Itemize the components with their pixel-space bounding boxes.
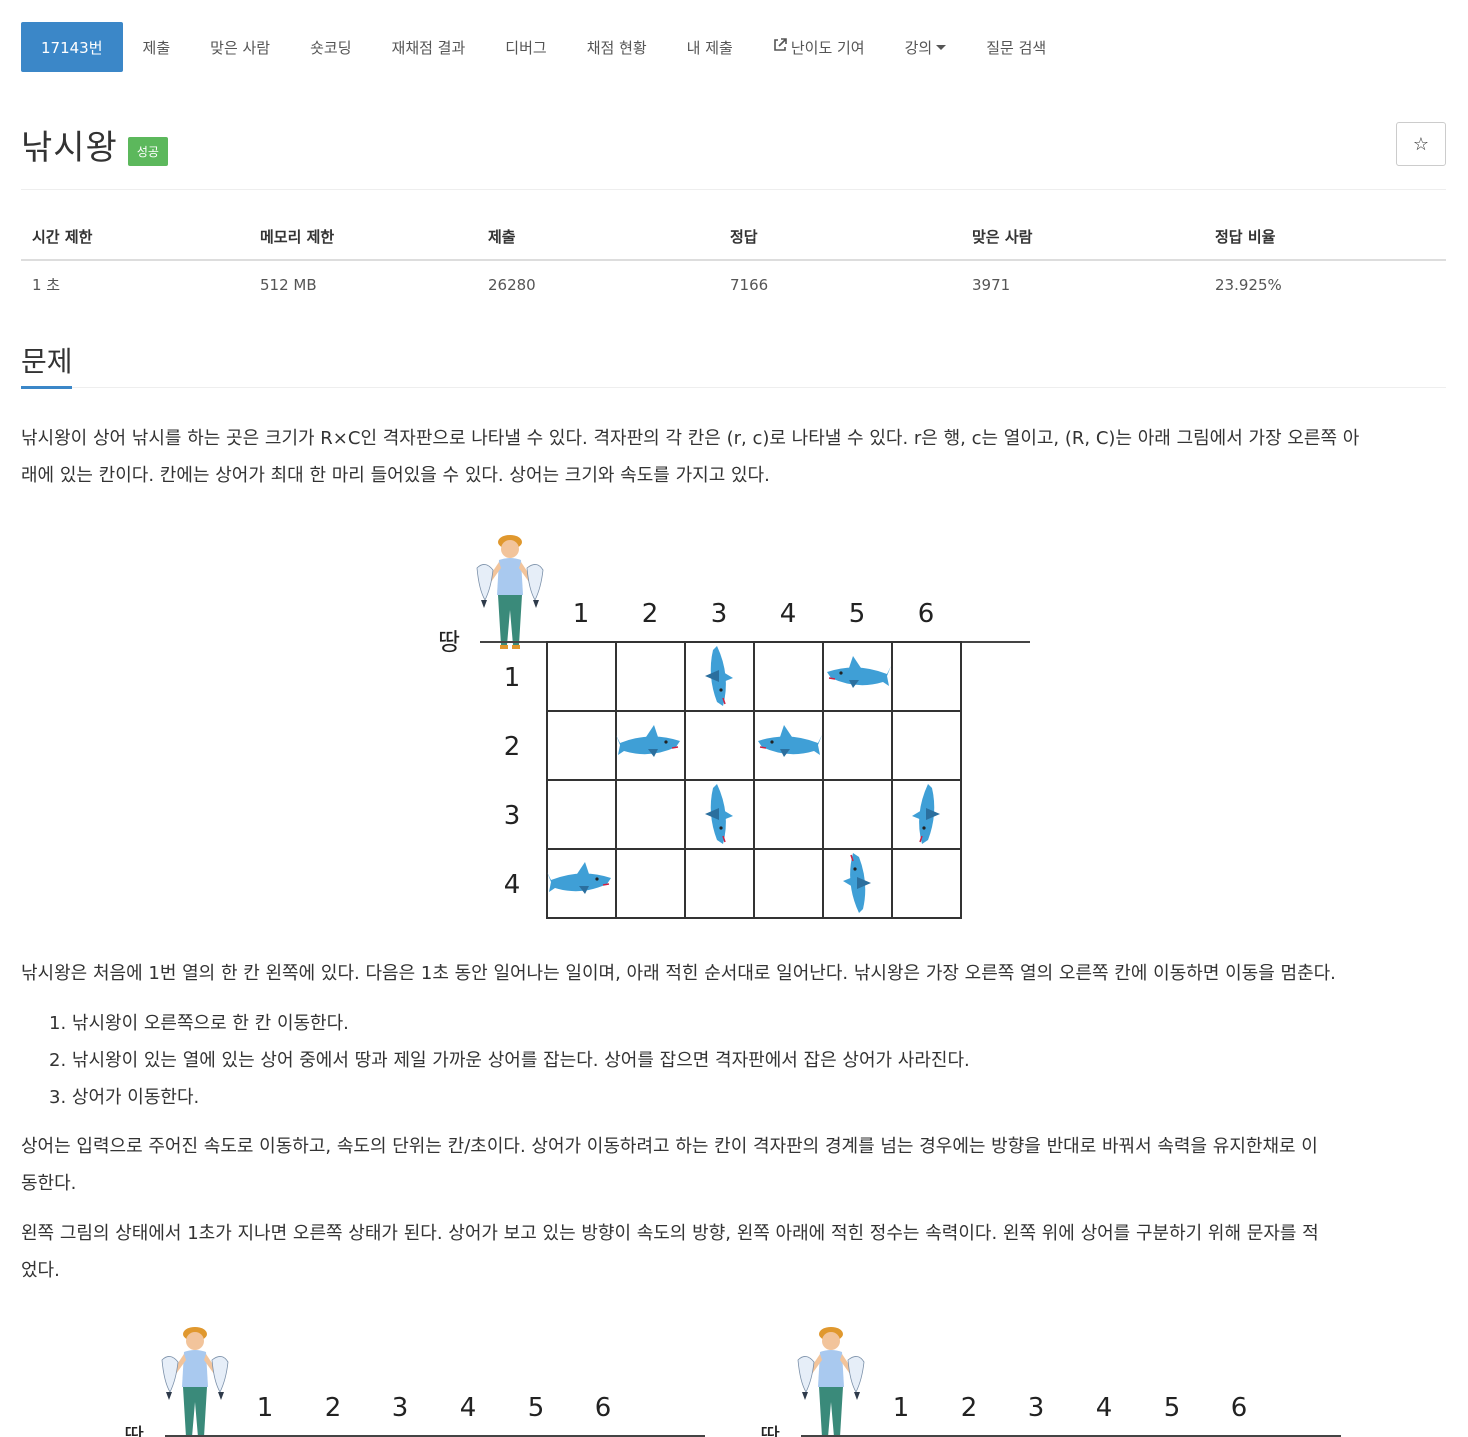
nav-rejudge-results[interactable]: 재채점 결과 bbox=[372, 22, 486, 72]
divider bbox=[21, 189, 1446, 190]
text-line: 었다. bbox=[21, 1260, 60, 1281]
col-label: 1 bbox=[573, 599, 590, 629]
page-title: 낚시왕 bbox=[21, 128, 118, 168]
ground-label: 땅 bbox=[124, 1425, 144, 1437]
section-underline bbox=[21, 386, 72, 389]
list-item: 2. 낚시왕이 있는 열에 있는 상어 중에서 땅과 제일 가까운 상어를 잡는… bbox=[49, 1050, 970, 1071]
col-label: 6 bbox=[1231, 1393, 1248, 1423]
problem-paragraph-2: 낚시왕은 처음에 1번 열의 한 칸 왼쪽에 있다. 다음은 1초 동안 일어나… bbox=[21, 963, 1336, 984]
col-label: 4 bbox=[1096, 1393, 1113, 1423]
ground-label: 땅 bbox=[438, 628, 460, 656]
list-item: 1. 낚시왕이 오른쪽으로 한 칸 이동한다. bbox=[49, 1013, 349, 1034]
header-accepted: 정답 bbox=[719, 214, 961, 261]
col-label: 5 bbox=[849, 599, 866, 629]
value-accepted-users: 3971 bbox=[972, 275, 1011, 294]
nav-difficulty-contribution[interactable]: 난이도 기여 bbox=[753, 22, 885, 72]
info-header-row: 시간 제한 메모리 제한 제출 정답 맞은 사람 정답 비율 bbox=[21, 214, 1446, 261]
section-heading: 문제 bbox=[21, 345, 73, 378]
fisher-icon bbox=[476, 534, 544, 650]
value-submissions: 26280 bbox=[488, 275, 536, 294]
col-label: 4 bbox=[460, 1393, 477, 1423]
shark-icon bbox=[704, 645, 734, 707]
col-label: 3 bbox=[392, 1393, 409, 1423]
col-label: 5 bbox=[528, 1393, 545, 1423]
text-line: 왼쪽 그림의 상태에서 1초가 지나면 오른쪽 상태가 된다. 상어가 보고 있… bbox=[21, 1223, 1319, 1244]
info-value-row: 1 초 512 MB 26280 7166 3971 23.925% bbox=[21, 260, 1446, 308]
row-label: 1 bbox=[504, 663, 521, 693]
problem-paragraph-4: 왼쪽 그림의 상태에서 1초가 지나면 오른쪽 상태가 된다. 상어가 보고 있… bbox=[21, 1215, 1451, 1289]
shark-icon bbox=[757, 724, 823, 758]
ground-label: 땅 bbox=[760, 1425, 780, 1437]
header-accept-ratio: 정답 비율 bbox=[1204, 214, 1446, 261]
col-label: 6 bbox=[595, 1393, 612, 1423]
shark-icon bbox=[911, 783, 941, 845]
row-label: 3 bbox=[504, 801, 521, 831]
col-label: 1 bbox=[257, 1393, 274, 1423]
nav-short-coding[interactable]: 숏코딩 bbox=[290, 22, 371, 72]
text-line: 동한다. bbox=[21, 1173, 77, 1194]
nav-debug[interactable]: 디버그 bbox=[485, 22, 566, 72]
header-accepted-users: 맞은 사람 bbox=[961, 214, 1204, 261]
text-line: 래에 있는 칸이다. 칸에는 상어가 최대 한 마리 들어있을 수 있다. 상어… bbox=[21, 465, 770, 486]
grid bbox=[546, 641, 962, 919]
value-memory-limit: 512 MB bbox=[260, 275, 317, 294]
before-state-figure: 땅 1 2 3 4 5 6 bbox=[124, 1326, 705, 1437]
col-label: 2 bbox=[642, 599, 659, 629]
nav-accepted-users[interactable]: 맞은 사람 bbox=[190, 22, 290, 72]
nav-my-submissions[interactable]: 내 제출 bbox=[667, 22, 753, 72]
fisher-icon bbox=[161, 1326, 229, 1437]
col-label: 2 bbox=[961, 1393, 978, 1423]
col-label: 5 bbox=[1164, 1393, 1181, 1423]
value-accepted: 7166 bbox=[730, 275, 769, 294]
problem-paragraph-3: 상어는 입력으로 주어진 속도로 이동하고, 속도의 단위는 칸/초이다. 상어… bbox=[21, 1128, 1451, 1202]
value-time-limit: 1 초 bbox=[32, 276, 61, 294]
shark-icon bbox=[546, 861, 612, 895]
nav-question-search[interactable]: 질문 검색 bbox=[966, 22, 1066, 72]
status-badge: 성공 bbox=[127, 137, 168, 166]
problem-nav: 17143번 제출 맞은 사람 숏코딩 재채점 결과 디버그 채점 현황 내 제… bbox=[21, 22, 1066, 72]
star-icon: ☆ bbox=[1412, 133, 1430, 155]
step-list: 1. 낚시왕이 오른쪽으로 한 칸 이동한다. 2. 낚시왕이 있는 열에 있는… bbox=[49, 1005, 1449, 1116]
shark-icon bbox=[704, 783, 734, 845]
fishing-grid-figure: 땅 1 2 3 4 5 6 1 2 3 4 bbox=[438, 534, 1030, 919]
header-time-limit: 시간 제한 bbox=[21, 214, 249, 261]
col-label: 2 bbox=[325, 1393, 342, 1423]
shark-icon bbox=[615, 724, 681, 758]
nav-problem-number[interactable]: 17143번 bbox=[21, 22, 123, 72]
text-line: 상어는 입력으로 주어진 속도로 이동하고, 속도의 단위는 칸/초이다. 상어… bbox=[21, 1136, 1318, 1157]
favorite-button[interactable]: ☆ bbox=[1396, 122, 1446, 166]
col-label: 3 bbox=[711, 599, 728, 629]
col-label: 1 bbox=[893, 1393, 910, 1423]
nav-submit[interactable]: 제출 bbox=[123, 22, 191, 72]
col-label: 6 bbox=[918, 599, 935, 629]
shark-icon bbox=[842, 852, 872, 914]
header-submissions: 제출 bbox=[477, 214, 719, 261]
problem-info-table: 시간 제한 메모리 제한 제출 정답 맞은 사람 정답 비율 1 초 512 M… bbox=[21, 214, 1446, 308]
col-label: 4 bbox=[780, 599, 797, 629]
value-accept-ratio: 23.925% bbox=[1215, 275, 1282, 294]
nav-judge-status[interactable]: 채점 현황 bbox=[567, 22, 667, 72]
caret-down-icon bbox=[936, 44, 947, 50]
problem-paragraph-1: 낚시왕이 상어 낚시를 하는 곳은 크기가 R×C인 격자판으로 나타낼 수 있… bbox=[21, 420, 1451, 494]
col-label: 3 bbox=[1028, 1393, 1045, 1423]
section-divider bbox=[72, 387, 1446, 388]
title-row: 낚시왕 성공 bbox=[21, 120, 168, 169]
header-memory-limit: 메모리 제한 bbox=[249, 214, 477, 261]
fisher-icon bbox=[797, 1326, 865, 1437]
text-line: 낚시왕이 상어 낚시를 하는 곳은 크기가 R×C인 격자판으로 나타낼 수 있… bbox=[21, 428, 1360, 449]
shark-icon bbox=[826, 655, 892, 689]
list-item: 3. 상어가 이동한다. bbox=[49, 1087, 200, 1108]
external-link-icon bbox=[773, 38, 787, 56]
after-state-figure: 땅 1 2 3 4 5 6 bbox=[760, 1326, 1341, 1437]
row-label: 4 bbox=[504, 870, 521, 900]
row-label: 2 bbox=[504, 732, 521, 762]
nav-lecture-dropdown[interactable]: 강의 bbox=[885, 22, 967, 72]
